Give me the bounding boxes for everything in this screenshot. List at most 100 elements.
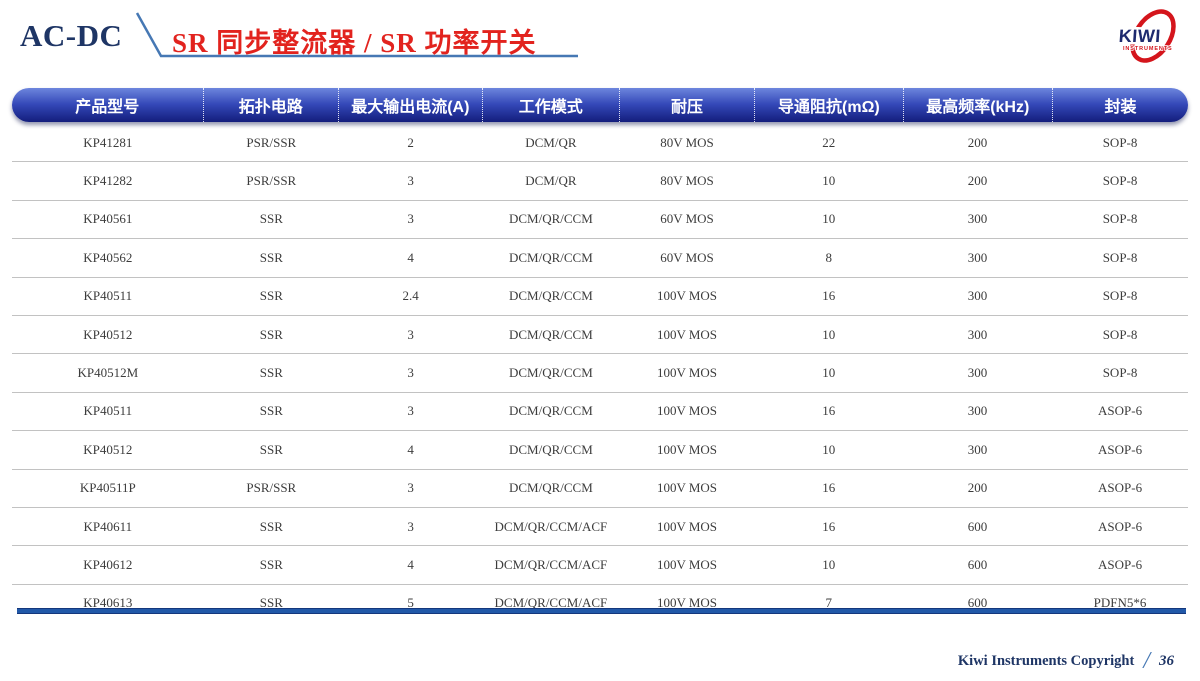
table-cell: 100V MOS [619, 354, 754, 391]
table-cell: KP40611 [12, 508, 204, 545]
column-header: 最高频率(kHz) [903, 88, 1052, 122]
table-cell: ASOP-6 [1052, 470, 1188, 507]
table-row: KP40611SSR3DCM/QR/CCM/ACF100V MOS16600AS… [12, 508, 1188, 546]
table-cell: 10 [755, 354, 903, 391]
table-row: KP40561SSR3DCM/QR/CCM60V MOS10300SOP-8 [12, 201, 1188, 239]
table-cell: KP40511P [12, 470, 204, 507]
table-row: KP40613SSR5DCM/QR/CCM/ACF100V MOS7600PDF… [12, 585, 1188, 622]
table-cell: 300 [903, 278, 1052, 315]
logo-brand-text: KIWI [1118, 26, 1161, 46]
table-cell: ASOP-6 [1052, 546, 1188, 583]
table-cell: PDFN5*6 [1052, 585, 1188, 622]
table-cell: SSR [204, 508, 339, 545]
page-number: 36 [1159, 653, 1174, 670]
table-cell: SOP-8 [1052, 316, 1188, 353]
table-cell: 100V MOS [619, 431, 754, 468]
table-cell: SOP-8 [1052, 354, 1188, 391]
column-header: 拓扑电路 [203, 88, 338, 122]
table-cell: DCM/QR/CCM/ACF [482, 508, 619, 545]
table-cell: 16 [755, 508, 903, 545]
table-cell: DCM/QR/CCM [482, 393, 619, 430]
table-cell: ASOP-6 [1052, 393, 1188, 430]
table-cell: 4 [339, 546, 482, 583]
table-cell: 300 [903, 239, 1052, 276]
table-cell: 16 [755, 470, 903, 507]
table-cell: 10 [755, 546, 903, 583]
table-cell: 4 [339, 239, 482, 276]
table-cell: DCM/QR/CCM [482, 354, 619, 391]
table-cell: 10 [755, 201, 903, 238]
table-cell: 60V MOS [619, 239, 754, 276]
table-cell: 3 [339, 470, 482, 507]
table-cell: 100V MOS [619, 278, 754, 315]
table-cell: 300 [903, 393, 1052, 430]
column-header: 产品型号 [12, 88, 203, 122]
table-cell: DCM/QR/CCM [482, 431, 619, 468]
table-cell: SOP-8 [1052, 278, 1188, 315]
table-cell: KP40561 [12, 201, 204, 238]
table-cell: 100V MOS [619, 585, 754, 622]
slide-page: AC-DC SR 同步整流器 / SR 功率开关 KIWI INSTRUMENT… [0, 0, 1200, 681]
table-cell: 2 [339, 124, 482, 161]
table-cell: 300 [903, 431, 1052, 468]
table-cell: KP40613 [12, 585, 204, 622]
table-cell: 200 [903, 124, 1052, 161]
table-cell: 3 [339, 508, 482, 545]
table-cell: KP40511 [12, 278, 204, 315]
kiwi-logo: KIWI INSTRUMENTS [1103, 4, 1197, 68]
table-cell: 22 [755, 124, 903, 161]
table-cell: 80V MOS [619, 124, 754, 161]
table-cell: 100V MOS [619, 316, 754, 353]
table-cell: DCM/QR/CCM [482, 278, 619, 315]
table-cell: 100V MOS [619, 546, 754, 583]
table-cell: KP41282 [12, 162, 204, 199]
table-cell: ASOP-6 [1052, 431, 1188, 468]
table-cell: DCM/QR [482, 124, 619, 161]
table-cell: KP40511 [12, 393, 204, 430]
table-cell: KP40512 [12, 431, 204, 468]
table-cell: 10 [755, 431, 903, 468]
table-cell: 300 [903, 201, 1052, 238]
table-cell: SSR [204, 316, 339, 353]
table-cell: KP41281 [12, 124, 204, 161]
footer-slash: / [1143, 651, 1150, 671]
table-cell: 8 [755, 239, 903, 276]
table-cell: 80V MOS [619, 162, 754, 199]
table-cell: KP40512 [12, 316, 204, 353]
column-header: 封装 [1052, 88, 1188, 122]
table-cell: SSR [204, 354, 339, 391]
table-cell: 200 [903, 470, 1052, 507]
table-row: KP40562SSR4DCM/QR/CCM60V MOS8300SOP-8 [12, 239, 1188, 277]
table-cell: 100V MOS [619, 508, 754, 545]
table-cell: SSR [204, 239, 339, 276]
table-cell: 200 [903, 162, 1052, 199]
table-row: KP40511SSR2.4DCM/QR/CCM100V MOS16300SOP-… [12, 278, 1188, 316]
table-cell: PSR/SSR [204, 162, 339, 199]
table-cell: 3 [339, 162, 482, 199]
table-cell: 7 [755, 585, 903, 622]
table-cell: DCM/QR/CCM/ACF [482, 546, 619, 583]
table-cell: 600 [903, 585, 1052, 622]
table-cell: PSR/SSR [204, 470, 339, 507]
table-cell: ASOP-6 [1052, 508, 1188, 545]
table-body: KP41281PSR/SSR2DCM/QR80V MOS22200SOP-8KP… [12, 124, 1188, 622]
table-cell: DCM/QR/CCM [482, 316, 619, 353]
product-table: 产品型号拓扑电路最大输出电流(A)工作模式耐压导通阻抗(mΩ)最高频率(kHz)… [12, 88, 1188, 622]
table-cell: DCM/QR [482, 162, 619, 199]
table-cell: SSR [204, 393, 339, 430]
table-cell: 300 [903, 316, 1052, 353]
footer: Kiwi Instruments Copyright / 36 [958, 648, 1174, 674]
table-cell: DCM/QR/CCM/ACF [482, 585, 619, 622]
table-cell: SOP-8 [1052, 239, 1188, 276]
table-cell: 2.4 [339, 278, 482, 315]
table-row: KP40512SSR4DCM/QR/CCM100V MOS10300ASOP-6 [12, 431, 1188, 469]
table-row: KP40511SSR3DCM/QR/CCM100V MOS16300ASOP-6 [12, 393, 1188, 431]
table-cell: SSR [204, 546, 339, 583]
table-row: KP40511PPSR/SSR3DCM/QR/CCM100V MOS16200A… [12, 470, 1188, 508]
copyright-text: Kiwi Instruments Copyright [958, 653, 1134, 670]
table-cell: 4 [339, 431, 482, 468]
table-cell: DCM/QR/CCM [482, 239, 619, 276]
table-cell: 600 [903, 508, 1052, 545]
table-cell: SSR [204, 278, 339, 315]
table-cell: 16 [755, 393, 903, 430]
